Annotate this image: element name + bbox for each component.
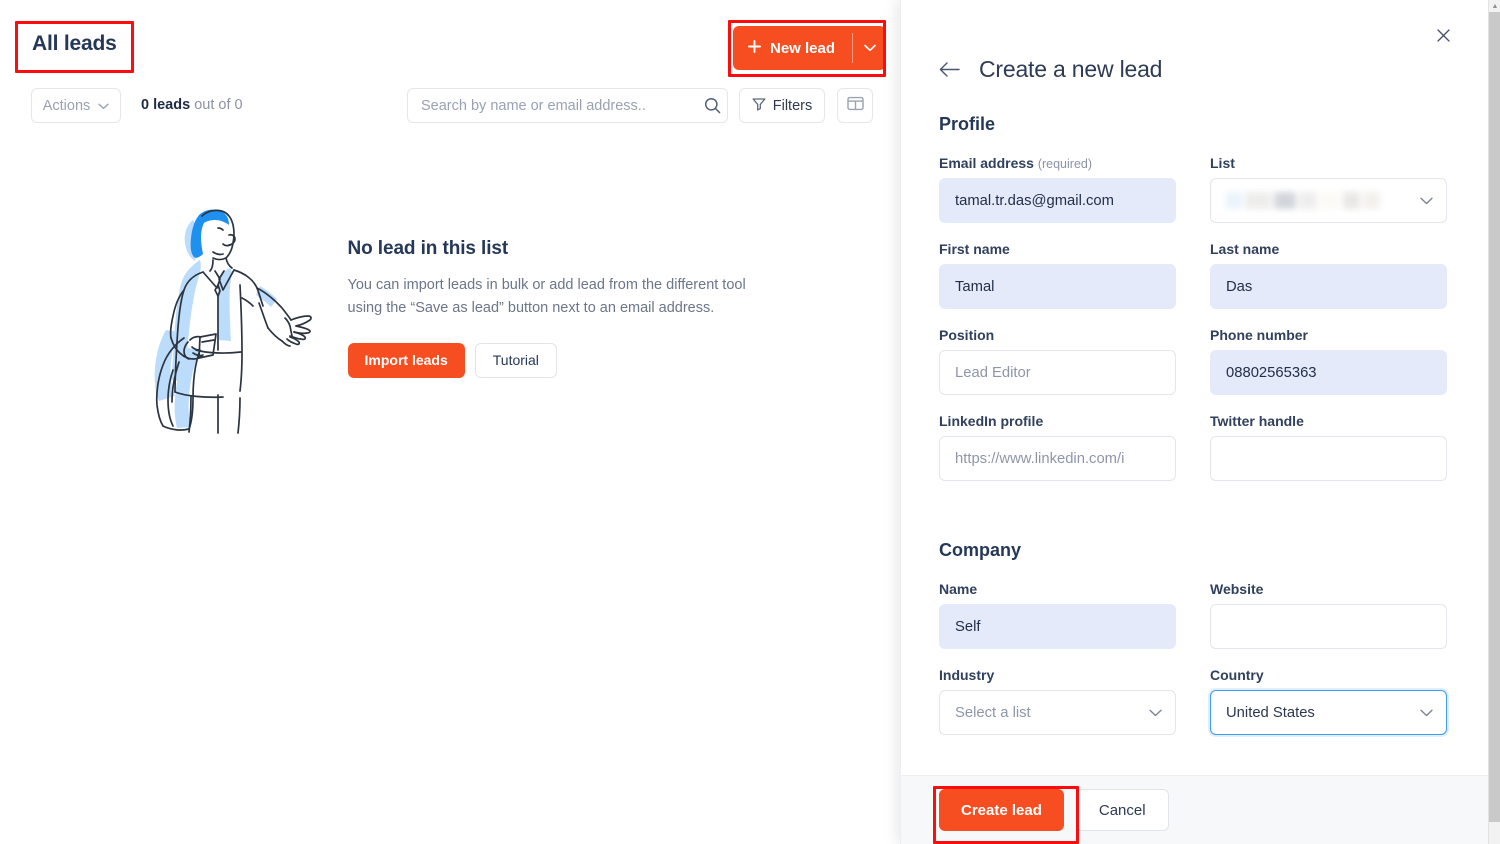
columns-button[interactable]: [837, 88, 873, 123]
position-input[interactable]: Lead Editor: [939, 350, 1176, 395]
man-gesturing-illustration: [130, 190, 320, 440]
import-leads-button[interactable]: Import leads: [347, 342, 465, 378]
new-lead-label: New lead: [770, 39, 836, 57]
actions-dropdown[interactable]: Actions: [31, 88, 121, 123]
field-first-name: First name Tamal: [939, 241, 1176, 309]
empty-state-actions: Import leads Tutorial: [347, 342, 768, 378]
label-website: Website: [1210, 581, 1264, 597]
list-select[interactable]: [1210, 178, 1447, 223]
label-twitter: Twitter handle: [1210, 413, 1304, 429]
field-twitter: Twitter handle: [1210, 413, 1447, 481]
create-lead-panel: Create a new lead Profile Email address …: [900, 0, 1488, 844]
leads-main-area: All leads New lead Actions 0 leads out o…: [0, 0, 905, 844]
page-title-wrap: All leads: [16, 24, 133, 66]
list-select-redacted-value: [1226, 192, 1380, 209]
label-last-name: Last name: [1210, 241, 1280, 257]
chevron-down-icon: [1420, 197, 1433, 205]
chevron-down-icon: [1420, 709, 1433, 717]
field-company-name: Name Self: [939, 581, 1176, 649]
new-lead-split-button[interactable]: New lead: [733, 26, 887, 70]
filters-button[interactable]: Filters: [739, 88, 825, 123]
phone-input[interactable]: 08802565363: [1210, 350, 1447, 395]
chevron-down-icon: [98, 98, 109, 114]
search-input[interactable]: [408, 97, 697, 114]
field-email: Email address (required) tamal.tr.das@gm…: [939, 155, 1176, 223]
scrollbar-thumb[interactable]: [1489, 12, 1500, 822]
search-icon[interactable]: [697, 97, 727, 114]
industry-select[interactable]: Select a list: [939, 690, 1176, 735]
panel-header: Create a new lead: [939, 56, 1162, 83]
section-title-company: Company: [939, 540, 1022, 560]
scrollbar-up-arrow[interactable]: ▲: [1489, 0, 1500, 12]
field-website: Website: [1210, 581, 1447, 649]
new-lead-button[interactable]: New lead: [733, 26, 852, 70]
lead-count-bold: 0 leads: [141, 97, 191, 113]
label-email: Email address (required): [939, 155, 1176, 171]
columns-icon: [846, 96, 864, 116]
field-list: List: [1210, 155, 1447, 223]
linkedin-input[interactable]: https://www.linkedin.com/i: [939, 436, 1176, 481]
empty-state: No lead in this list You can import lead…: [0, 180, 905, 440]
tutorial-button[interactable]: Tutorial: [474, 342, 557, 378]
field-last-name: Last name Das: [1210, 241, 1447, 309]
page-title: All leads: [32, 32, 117, 55]
label-email-text: Email address: [939, 155, 1034, 171]
twitter-input[interactable]: [1210, 436, 1447, 481]
browser-scrollbar[interactable]: ▲: [1488, 0, 1500, 844]
field-country: Country United States: [1210, 667, 1447, 735]
panel-title: Create a new lead: [979, 56, 1163, 82]
field-linkedin: LinkedIn profile https://www.linkedin.co…: [939, 413, 1176, 481]
create-lead-button[interactable]: Create lead: [939, 789, 1064, 831]
actions-label: Actions: [42, 97, 91, 114]
panel-body: Profile Email address (required) tamal.t…: [901, 100, 1488, 775]
plus-icon: [748, 39, 761, 57]
empty-state-body: You can import leads in bulk or add lead…: [347, 277, 746, 317]
label-country: Country: [1210, 667, 1264, 683]
country-select[interactable]: United States: [1210, 690, 1447, 735]
label-company-name: Name: [939, 581, 978, 597]
panel-footer: Create lead Cancel: [901, 775, 1488, 844]
search-box[interactable]: [407, 88, 728, 123]
last-name-input[interactable]: Das: [1210, 264, 1447, 309]
label-position: Position: [939, 327, 995, 343]
profile-fields-grid: Email address (required) tamal.tr.das@gm…: [939, 155, 1450, 499]
filter-icon: [752, 97, 766, 115]
email-input[interactable]: tamal.tr.das@gmail.com: [939, 178, 1176, 223]
industry-select-value: Select a list: [955, 704, 1031, 721]
company-name-input[interactable]: Self: [939, 604, 1176, 649]
website-input[interactable]: [1210, 604, 1447, 649]
field-industry: Industry Select a list: [939, 667, 1176, 735]
app-screen: All leads New lead Actions 0 leads out o…: [0, 0, 1500, 844]
field-phone: Phone number 08802565363: [1210, 327, 1447, 395]
filters-label: Filters: [772, 97, 813, 114]
field-position: Position Lead Editor: [939, 327, 1176, 395]
arrow-left-icon[interactable]: [939, 62, 960, 77]
label-industry: Industry: [939, 667, 995, 683]
section-title-profile: Profile: [939, 114, 996, 134]
country-select-value: United States: [1226, 704, 1315, 721]
empty-state-text: No lead in this list You can import lead…: [347, 238, 768, 378]
empty-state-heading: No lead in this list: [347, 238, 509, 259]
chevron-down-icon: [1149, 709, 1162, 717]
company-fields-grid: Name Self Website Industry Select a list: [939, 581, 1450, 753]
label-phone: Phone number: [1210, 327, 1309, 343]
lead-count-rest: out of 0: [190, 97, 243, 113]
lead-count: 0 leads out of 0: [141, 97, 243, 113]
label-linkedin: LinkedIn profile: [939, 413, 1044, 429]
close-icon[interactable]: [1432, 24, 1454, 46]
first-name-input[interactable]: Tamal: [939, 264, 1176, 309]
label-email-required: (required): [1037, 157, 1093, 171]
label-first-name: First name: [939, 241, 1010, 257]
cancel-button[interactable]: Cancel: [1075, 789, 1169, 831]
new-lead-dropdown-toggle[interactable]: [853, 26, 886, 70]
label-list: List: [1210, 155, 1235, 171]
